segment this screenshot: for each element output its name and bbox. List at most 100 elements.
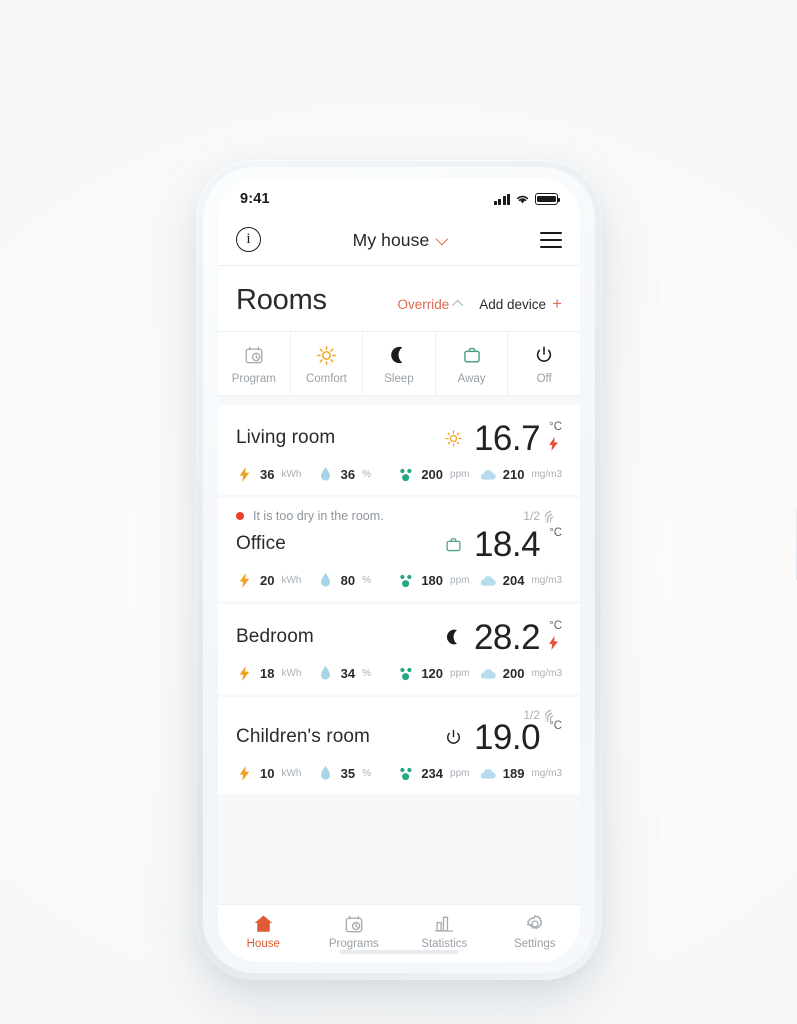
override-button[interactable]: Override [398,297,464,312]
info-glyph: i [246,231,251,247]
co2-molecule-icon [397,765,414,782]
metric-co2: 180 ppm [397,572,478,589]
room-temperature: 19.0 [473,717,541,757]
metric-energy: 20 kWh [236,572,317,589]
metric-unit: ppm [450,768,470,779]
moon-icon [443,626,465,648]
metric-unit: kWh [281,668,302,679]
metric-humidity: 36 % [317,466,398,483]
briefcase-icon [462,344,482,366]
metric-value: 120 [421,666,444,681]
metric-unit: % [362,575,372,586]
tab-house[interactable]: House [218,913,309,950]
hamburger-menu-icon[interactable] [540,231,562,248]
metric-value: 20 [260,573,275,588]
metric-value: 18 [260,666,275,681]
room-card-bedroom[interactable]: Bedroom 28.2 °C 18 kWh 34 % 120 ppm 200 … [218,604,580,694]
tab-statistics[interactable]: Statistics [399,913,490,950]
tab-programs[interactable]: Programs [309,913,400,950]
water-drop-icon [317,572,334,589]
info-icon[interactable]: i [236,227,261,252]
degree-unit: °C [549,527,562,539]
cloud-icon [479,665,496,682]
metric-value: 180 [421,573,444,588]
chevron-up-icon [452,299,464,312]
add-device-label: Add device [479,296,547,312]
cloud-icon [479,466,496,483]
alert-dot-icon [236,511,244,520]
mode-button-off[interactable]: Off [508,332,580,395]
page-title: My house [352,230,430,250]
water-drop-icon [317,765,334,782]
mode-label: Off [536,373,552,385]
room-metrics: 36 kWh 36 % 200 ppm 210 mg/m3 [236,466,562,483]
room-temperature-group: 19.0 °C [443,720,562,755]
metric-humidity: 35 % [317,765,398,782]
app-header: i My house [218,216,580,266]
metric-value: 36 [260,467,275,482]
mode-button-comfort[interactable]: Comfort [291,332,364,395]
water-drop-icon [317,466,334,483]
co2-molecule-icon [397,466,414,483]
room-card-header: Office 18.4 °C [236,525,562,563]
battery-full-icon [535,193,561,205]
room-temperature: 16.7 [473,418,541,458]
room-temperature-units: °C [549,620,562,654]
room-card-living-room[interactable]: Living room 16.7 °C 36 kWh 36 % 200 ppm … [218,405,580,495]
metric-unit: % [362,668,372,679]
metric-value: 210 [502,467,525,482]
rooms-actions: Override Add device + [398,294,563,315]
metric-unit: % [362,768,372,779]
briefcase-icon [443,533,465,555]
sun-icon [443,427,465,449]
chevron-down-icon[interactable] [435,232,449,246]
plus-icon: + [552,294,562,313]
add-device-button[interactable]: Add device + [479,294,562,313]
signal-arc-icon [545,510,554,523]
room-temperature-units: °C [549,720,562,754]
home-indicator[interactable] [340,950,458,954]
screenshot-stage: 9:41 i My house Rooms Override Add devic… [0,0,797,1024]
tab-label: Settings [513,938,556,950]
metric-value: 204 [502,573,525,588]
room-card-header: Bedroom 28.2 °C [236,618,562,656]
tab-settings[interactable]: Settings [490,913,581,950]
status-bar-time: 9:41 [240,191,270,207]
moon-icon [389,344,409,366]
mode-button-program[interactable]: Program [218,332,291,395]
metric-unit: mg/m3 [531,768,562,779]
metric-unit: mg/m3 [531,469,562,480]
main-content: Rooms Override Add device + Program Comf… [218,266,580,962]
room-metrics: 18 kWh 34 % 120 ppm 200 mg/m3 [236,665,562,682]
metric-energy: 36 kWh [236,466,317,483]
metric-energy: 10 kWh [236,765,317,782]
metric-unit: mg/m3 [531,575,562,586]
power-icon [443,726,465,748]
metric-air-quality: 204 mg/m3 [479,572,562,589]
phone-screen: 9:41 i My house Rooms Override Add devic… [218,178,580,962]
calendar-clock-icon [244,344,264,366]
room-alert-text: It is too dry in the room. [253,508,384,523]
mode-button-sleep[interactable]: Sleep [363,332,436,395]
wifi-icon [516,195,529,204]
room-signal: 1/2 [523,508,562,523]
room-name: Children's room [236,726,370,747]
rooms-header: Rooms Override Add device + [218,266,580,331]
metric-value: 34 [340,666,356,681]
room-card-childrens-room[interactable]: 1/2 Children's room 19.0 °C 10 kWh 35 % … [218,697,580,794]
metric-air-quality: 189 mg/m3 [479,765,562,782]
cloud-icon [479,572,496,589]
room-name: Living room [236,427,336,448]
metric-co2: 234 ppm [397,765,478,782]
header-title-group: My house [218,216,580,265]
degree-unit: °C [549,720,562,732]
degree-unit: °C [549,421,562,433]
status-bar: 9:41 [218,178,580,216]
room-card-office[interactable]: It is too dry in the room. 1/2 Office 18… [218,498,580,601]
room-temperature-group: 28.2 °C [443,620,562,655]
metric-value: 200 [421,467,444,482]
room-metrics: 10 kWh 35 % 234 ppm 189 mg/m3 [236,765,562,782]
mode-button-away[interactable]: Away [436,332,509,395]
lightning-bolt-icon [236,765,253,782]
metric-value: 36 [340,467,356,482]
